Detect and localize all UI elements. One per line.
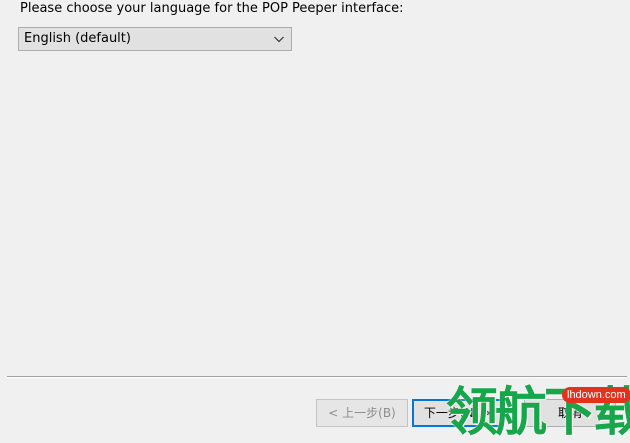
language-prompt: Please choose your language for the POP …: [20, 1, 404, 16]
next-button[interactable]: 下一步(N) >: [412, 399, 504, 427]
cancel-button[interactable]: 取消: [524, 399, 616, 427]
chevron-down-icon: [274, 36, 284, 43]
language-dropdown-value: English (default): [24, 31, 131, 46]
footer-divider: [7, 376, 627, 378]
language-dropdown[interactable]: English (default): [18, 27, 292, 51]
back-button[interactable]: < 上一步(B): [316, 399, 408, 427]
